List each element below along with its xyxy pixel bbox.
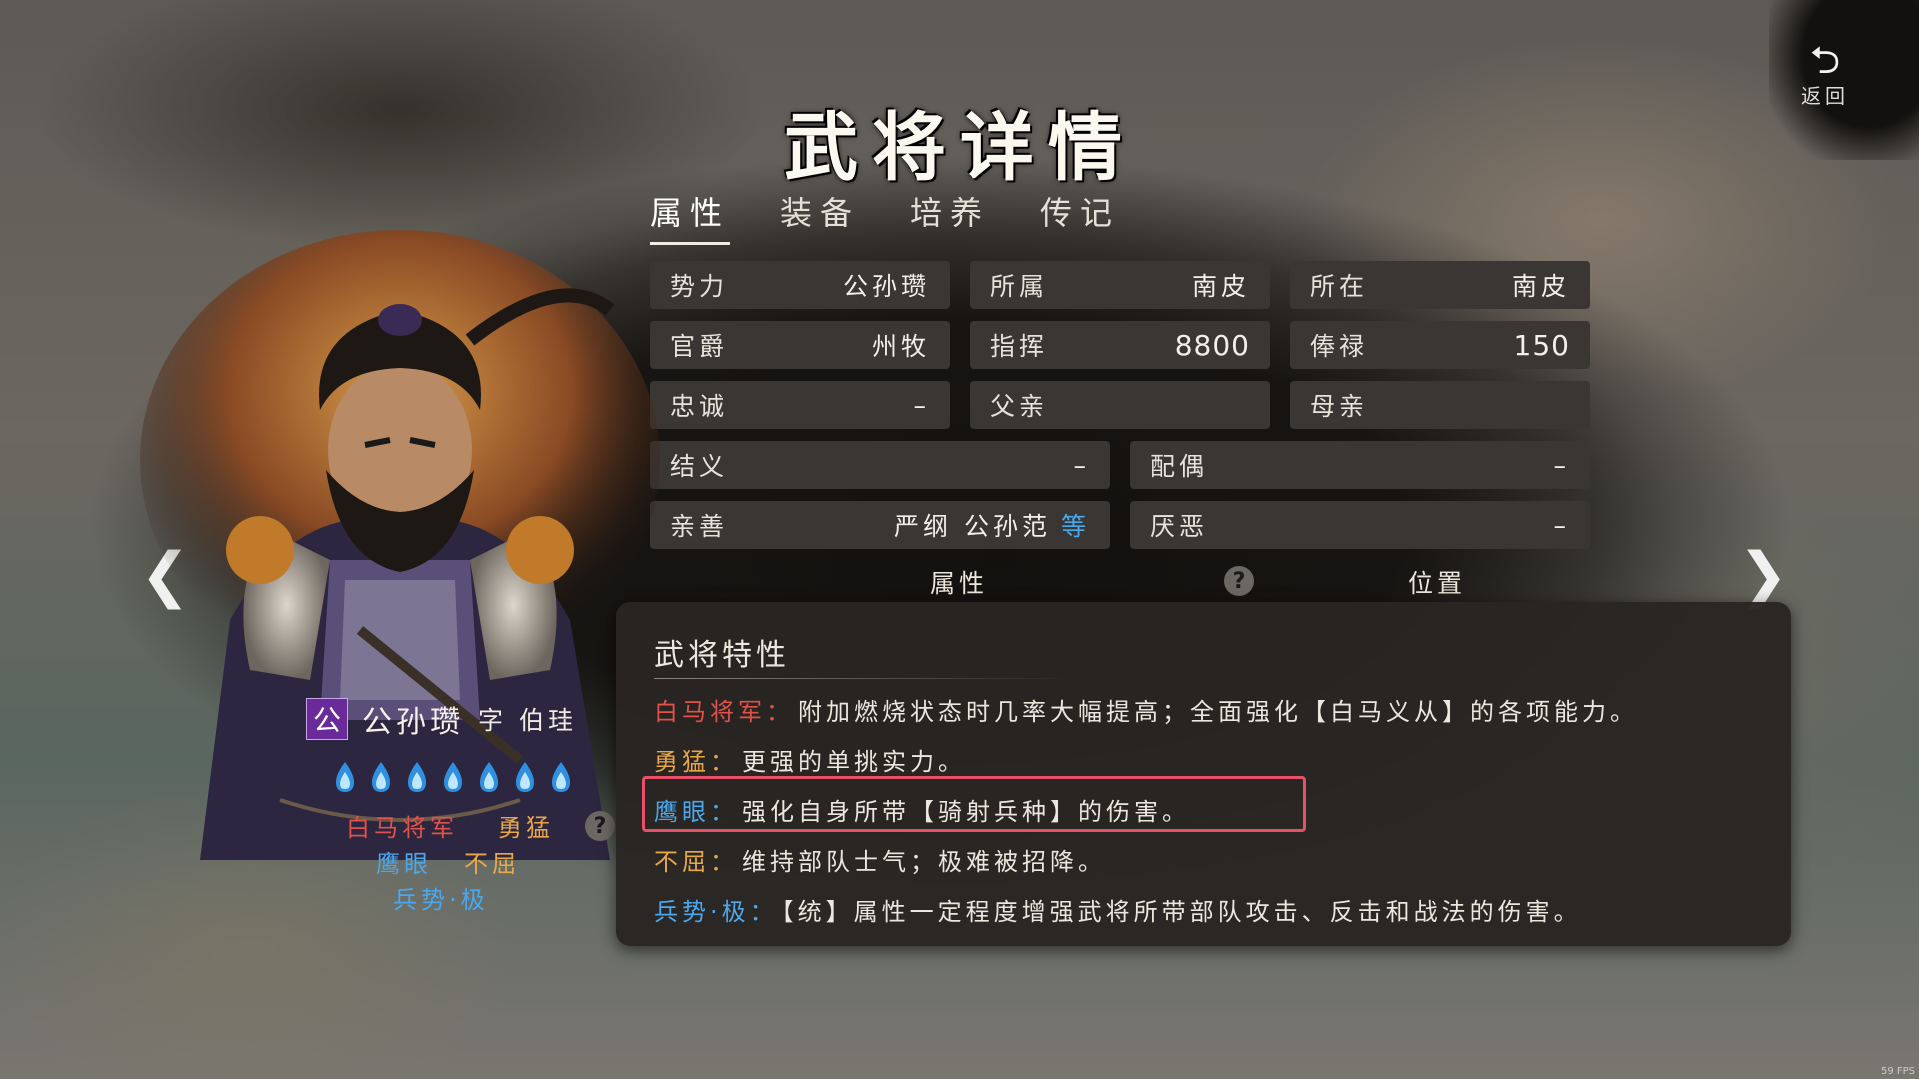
trait-bingshi: 兵势·极: [393, 886, 489, 914]
highlight-box: [642, 776, 1306, 832]
next-general-button[interactable]: ❯: [1738, 540, 1788, 610]
info-rank: 官爵 州牧: [650, 321, 950, 369]
trait-desc: 维持部队士气；极难被招降。: [742, 848, 1106, 876]
star-rating: [330, 760, 576, 794]
flame-star-icon: [552, 762, 570, 792]
info-key: 亲善: [670, 512, 729, 541]
info-key: 配偶: [1150, 452, 1209, 481]
trait-row-yongmeng: 勇猛： 更强的单挑实力。: [654, 742, 966, 777]
info-value: –: [913, 390, 930, 420]
info-affiliation: 所属 南皮: [970, 261, 1270, 309]
popup-divider: [654, 678, 1074, 679]
info-location: 所在 南皮: [1290, 261, 1590, 309]
trait-name: 不屈：: [654, 848, 738, 876]
flame-star-icon: [336, 762, 354, 792]
general-name-row: 公 公孙瓒 字 伯珪: [306, 697, 577, 741]
page-title: 武将详情: [784, 105, 1136, 191]
info-key: 结义: [670, 452, 729, 481]
info-command: 指挥 8800: [970, 321, 1270, 369]
friendly-names: 严纲 公孙范: [894, 512, 1051, 541]
trait-row-buqu: 不屈： 维持部队士气；极难被招降。: [654, 842, 1106, 877]
info-value: –: [1553, 450, 1570, 480]
info-value: 严纲 公孙范等: [894, 507, 1090, 543]
info-key: 势力: [670, 272, 729, 301]
info-key: 俸禄: [1310, 332, 1369, 361]
trait-label[interactable]: 勇猛: [498, 808, 554, 843]
section-position: 位置: [1408, 569, 1467, 598]
trait-yongmeng: 勇猛: [498, 814, 554, 842]
flame-star-icon: [480, 762, 498, 792]
info-value: 150: [1513, 328, 1570, 362]
info-key: 所在: [1310, 272, 1369, 301]
tab-attributes[interactable]: 属性: [650, 188, 731, 245]
trait-row-baima: 白马将军： 附加燃烧状态时几率大幅提高；全面强化【白马义从】的各项能力。: [654, 692, 1638, 727]
traits-help-icon[interactable]: ?: [585, 811, 615, 841]
info-key: 官爵: [670, 332, 729, 361]
info-mother: 母亲: [1290, 381, 1590, 429]
tab-equipment[interactable]: 装备: [780, 188, 860, 245]
trait-name: 白马将军：: [654, 698, 794, 726]
info-friendly[interactable]: 亲善 严纲 公孙范等: [650, 501, 1110, 549]
traits-popup: 武将特性 白马将军： 附加燃烧状态时几率大幅提高；全面强化【白马义从】的各项能力。…: [616, 602, 1791, 946]
info-spouse: 配偶 –: [1130, 441, 1590, 489]
fps-counter: 59 FPS: [1880, 1066, 1915, 1077]
general-courtesy-name: 字 伯珪: [478, 706, 577, 735]
info-value: –: [1553, 510, 1570, 540]
section-attributes: 属性: [930, 569, 989, 598]
trait-label[interactable]: 兵势·极: [393, 880, 489, 915]
flame-star-icon: [408, 762, 426, 792]
flame-star-icon: [444, 762, 462, 792]
attributes-help-icon[interactable]: ?: [1224, 566, 1254, 596]
faction-badge: 公: [306, 698, 348, 740]
trait-label[interactable]: 鹰眼: [376, 844, 432, 879]
trait-name: 勇猛：: [654, 748, 738, 776]
flame-star-icon: [516, 762, 534, 792]
trait-label[interactable]: 白马将军: [346, 808, 458, 843]
popup-title: 武将特性: [654, 638, 790, 673]
info-salary: 俸禄 150: [1290, 321, 1590, 369]
info-faction: 势力 公孙瓒: [650, 261, 950, 309]
info-value: –: [1073, 450, 1090, 480]
general-name: 公孙瓒: [362, 705, 464, 740]
trait-row-bingshi: 兵势·极： 【统】属性一定程度增强武将所带部队攻击、反击和战法的伤害。: [654, 892, 1582, 927]
info-value: 南皮: [1191, 272, 1250, 301]
info-key: 厌恶: [1150, 512, 1209, 541]
back-button[interactable]: ⮌ 返回: [1795, 40, 1855, 109]
info-key: 指挥: [990, 332, 1049, 361]
tab-biography[interactable]: 传记: [1040, 188, 1120, 245]
return-arrow-icon: ⮌: [1809, 38, 1841, 82]
trait-baima: 白马将军: [346, 814, 458, 842]
more-link[interactable]: 等: [1061, 512, 1090, 541]
info-key: 父亲: [990, 392, 1049, 421]
info-value: 8800: [1174, 328, 1250, 362]
chevron-right-icon: ❯: [1738, 540, 1789, 610]
info-key: 所属: [990, 272, 1049, 301]
trait-desc: 【统】属性一定程度增强武将所带部队攻击、反击和战法的伤害。: [781, 898, 1582, 926]
tab-training[interactable]: 培养: [910, 188, 990, 245]
info-key: 忠诚: [670, 392, 729, 421]
trait-desc: 附加燃烧状态时几率大幅提高；全面强化【白马义从】的各项能力。: [798, 698, 1638, 726]
info-value: 南皮: [1511, 272, 1570, 301]
info-loyalty: 忠诚 –: [650, 381, 950, 429]
info-sworn: 结义 –: [650, 441, 1110, 489]
info-disliked: 厌恶 –: [1130, 501, 1590, 549]
trait-label[interactable]: 不屈: [464, 844, 520, 879]
trait-buqu: 不屈: [464, 850, 520, 878]
flame-star-icon: [372, 762, 390, 792]
trait-yingyan: 鹰眼: [376, 850, 432, 878]
info-value: 公孙瓒: [842, 272, 930, 301]
info-key: 母亲: [1310, 392, 1369, 421]
trait-desc: 更强的单挑实力。: [742, 748, 966, 776]
back-label: 返回: [1801, 84, 1849, 108]
trait-name: 兵势·极：: [654, 898, 778, 926]
info-value: 州牧: [871, 332, 930, 361]
info-father: 父亲: [970, 381, 1270, 429]
tab-bar: 属性 装备 培养 传记: [650, 188, 1120, 245]
